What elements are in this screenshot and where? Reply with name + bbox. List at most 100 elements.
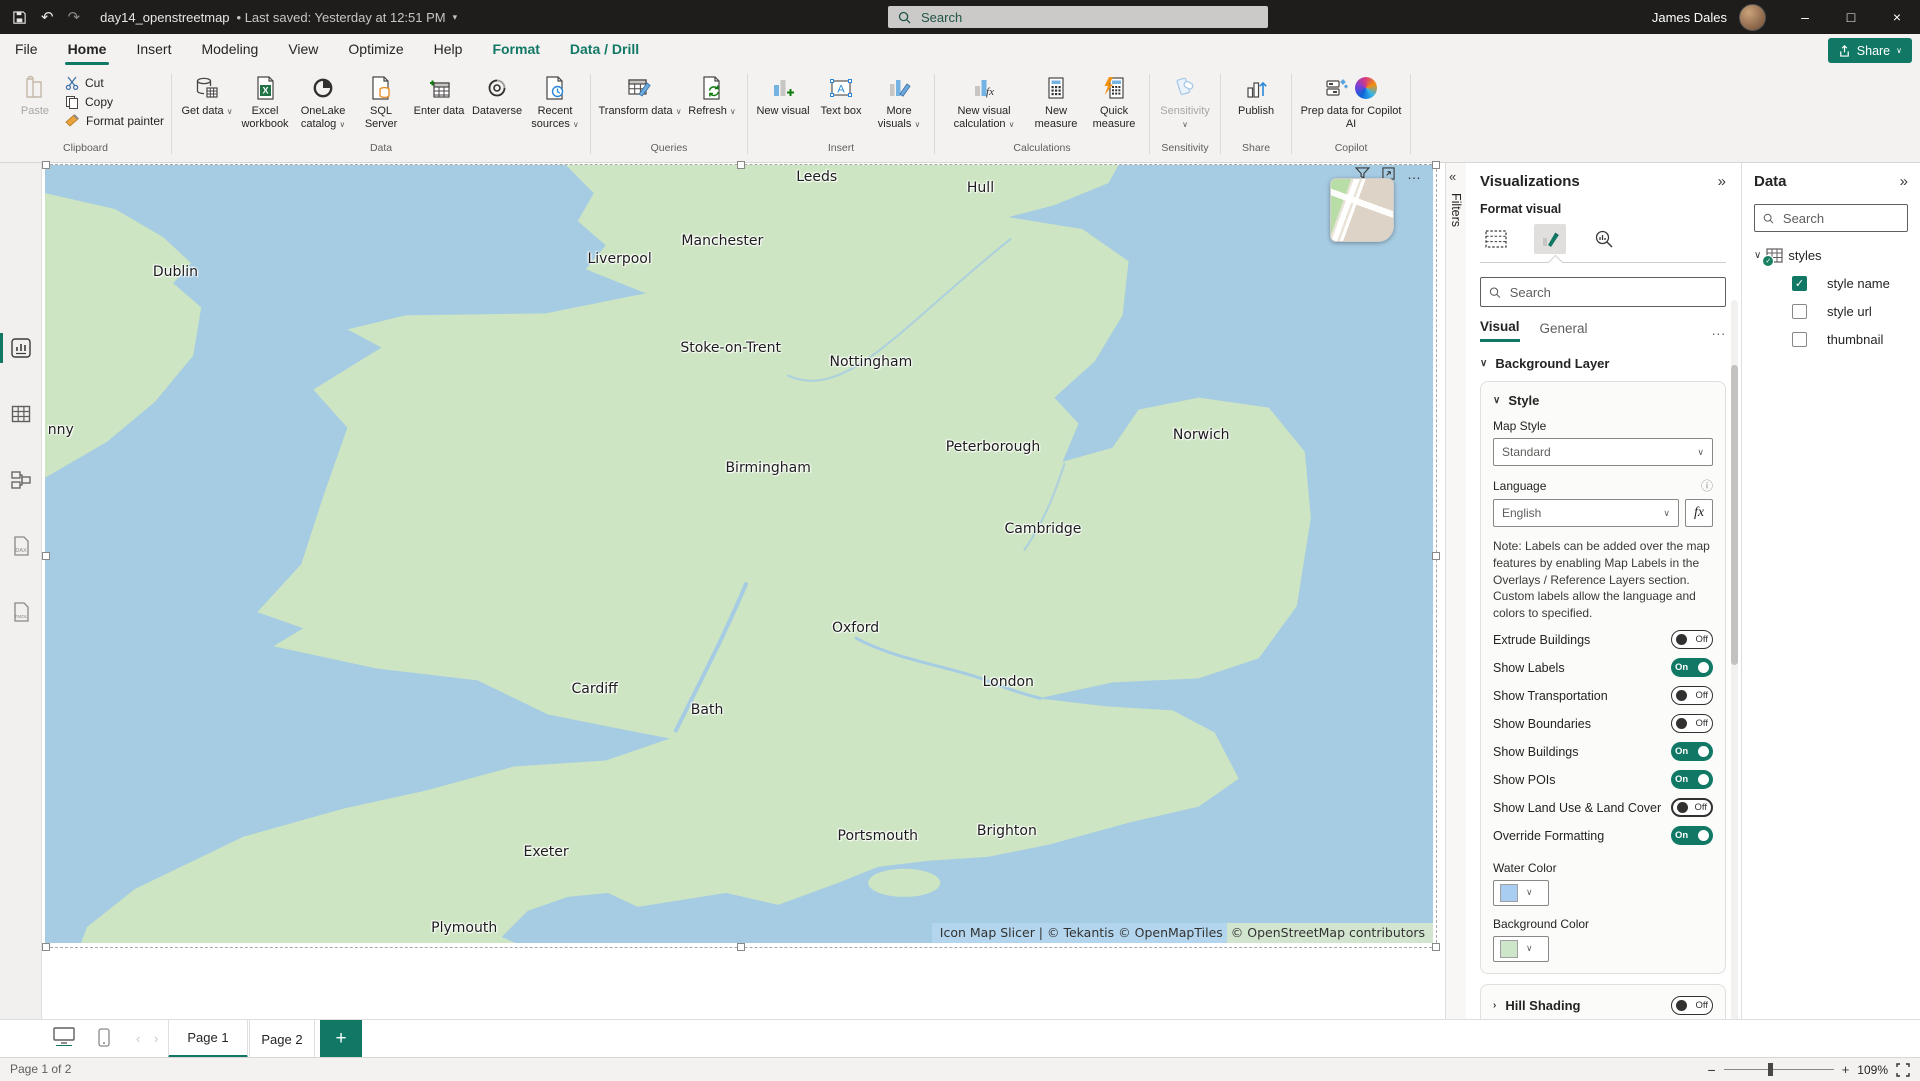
resize-handle[interactable] <box>42 552 50 560</box>
table-view-button[interactable] <box>8 401 34 427</box>
expand-filters-icon[interactable]: « <box>1449 169 1456 184</box>
title-dropdown-icon[interactable]: ▾ <box>453 12 458 23</box>
field-style-name-row[interactable]: ✓ style name <box>1754 276 1908 291</box>
format-painter-button[interactable]: Format painter <box>65 114 164 128</box>
openstreetmap-visual[interactable]: LeedsHullManchesterLiverpoolDublinStoke-… <box>45 165 1433 943</box>
maximize-button[interactable]: □ <box>1828 0 1874 34</box>
map-style-select[interactable]: Standard ∨ <box>1493 438 1713 466</box>
sensitivity-button[interactable]: Sensitivity∨ <box>1157 71 1213 131</box>
menu-help[interactable]: Help <box>419 34 478 66</box>
resize-handle[interactable] <box>737 161 745 169</box>
zoom-in-icon[interactable]: + <box>1842 1062 1850 1077</box>
excel-workbook-button[interactable]: X Excel workbook <box>237 71 293 131</box>
menu-optimize[interactable]: Optimize <box>333 34 418 66</box>
field-thumbnail-row[interactable]: thumbnail <box>1754 332 1908 347</box>
save-icon[interactable] <box>12 10 27 25</box>
refresh-button[interactable]: Refresh ∨ <box>684 71 740 118</box>
background-color-picker[interactable]: ∨ <box>1493 936 1549 962</box>
text-box-button[interactable]: A Text box <box>813 71 869 118</box>
copy-button[interactable]: Copy <box>65 95 164 109</box>
next-page-icon[interactable]: › <box>154 1031 158 1046</box>
menu-format[interactable]: Format <box>477 34 554 66</box>
menu-data-drill[interactable]: Data / Drill <box>555 34 654 66</box>
desktop-layout-button[interactable] <box>52 1026 76 1046</box>
map-overview-thumbnail[interactable] <box>1330 178 1394 242</box>
get-data-button[interactable]: Get data ∨ <box>179 71 235 118</box>
override-formatting-toggle[interactable]: On <box>1671 826 1713 845</box>
zoom-out-icon[interactable]: − <box>1708 1062 1716 1078</box>
field-checkbox-checked[interactable]: ✓ <box>1792 276 1807 291</box>
page-tab-2[interactable]: Page 2 <box>249 1020 315 1058</box>
menu-file[interactable]: File <box>0 34 53 66</box>
dataverse-button[interactable]: Dataverse <box>469 71 525 118</box>
sql-server-button[interactable]: SQL Server <box>353 71 409 131</box>
cut-button[interactable]: Cut <box>65 76 164 90</box>
show-pois-toggle[interactable]: On <box>1671 770 1713 789</box>
data-search[interactable] <box>1754 204 1908 232</box>
show-labels-toggle[interactable]: On <box>1671 658 1713 677</box>
close-button[interactable]: × <box>1874 0 1920 34</box>
show-land-use-toggle[interactable]: Off <box>1671 798 1713 817</box>
menu-view[interactable]: View <box>273 34 333 66</box>
format-search-input[interactable] <box>1508 284 1717 301</box>
transform-data-button[interactable]: Transform data ∨ <box>598 71 682 118</box>
report-view-button[interactable] <box>8 335 34 361</box>
style-section-expander[interactable]: ∨ Style <box>1493 393 1713 408</box>
mobile-layout-button[interactable] <box>98 1028 110 1047</box>
new-visual-button[interactable]: New visual <box>755 71 811 118</box>
new-measure-button[interactable]: New measure <box>1028 71 1084 131</box>
field-checkbox[interactable] <box>1792 332 1807 347</box>
tab-visual[interactable]: Visual <box>1480 319 1520 342</box>
collapse-data-icon[interactable]: » <box>1900 173 1908 190</box>
data-search-input[interactable] <box>1781 210 1899 227</box>
more-options-icon[interactable]: … <box>1407 170 1422 178</box>
search-input[interactable] <box>919 9 1223 26</box>
show-transportation-toggle[interactable]: Off <box>1671 686 1713 705</box>
publish-button[interactable]: Publish <box>1228 71 1284 118</box>
fit-to-page-icon[interactable] <box>1896 1063 1910 1077</box>
minimize-button[interactable]: – <box>1782 0 1828 34</box>
water-color-picker[interactable]: ∨ <box>1493 880 1549 906</box>
dax-query-view-button[interactable]: DAX <box>8 533 34 559</box>
resize-handle[interactable] <box>737 943 745 951</box>
tmdl-view-button[interactable]: TMDL <box>8 599 34 625</box>
onelake-catalog-button[interactable]: OneLake catalog ∨ <box>295 71 351 131</box>
resize-handle[interactable] <box>1432 552 1440 560</box>
menu-home[interactable]: Home <box>53 34 122 66</box>
undo-icon[interactable]: ↶ <box>41 8 54 26</box>
resize-handle[interactable] <box>42 943 50 951</box>
extrude-buildings-toggle[interactable]: Off <box>1671 630 1713 649</box>
language-fx-button[interactable]: fx <box>1685 499 1713 527</box>
tab-general[interactable]: General <box>1540 321 1588 341</box>
visualizations-scrollbar-thumb[interactable] <box>1731 365 1738 665</box>
zoom-slider-thumb[interactable] <box>1768 1063 1773 1076</box>
menu-insert[interactable]: Insert <box>121 34 186 66</box>
share-button[interactable]: Share ∨ <box>1828 38 1912 63</box>
menu-modeling[interactable]: Modeling <box>186 34 273 66</box>
language-select[interactable]: English ∨ <box>1493 499 1679 527</box>
resize-handle[interactable] <box>1432 943 1440 951</box>
paste-button[interactable]: Paste <box>7 71 63 118</box>
new-visual-calculation-button[interactable]: fx New visual calculation ∨ <box>942 71 1026 131</box>
model-view-button[interactable] <box>8 467 34 493</box>
zoom-slider[interactable] <box>1724 1069 1834 1070</box>
more-visuals-button[interactable]: More visuals ∨ <box>871 71 927 131</box>
background-layer-expander[interactable]: ∨ Background Layer <box>1480 356 1726 371</box>
avatar[interactable] <box>1739 4 1766 31</box>
new-page-button[interactable]: + <box>320 1020 362 1058</box>
field-checkbox[interactable] <box>1792 304 1807 319</box>
redo-icon[interactable]: ↷ <box>68 8 81 26</box>
analytics-tab[interactable] <box>1588 224 1620 254</box>
field-style-url-row[interactable]: style url <box>1754 304 1908 319</box>
collapse-visualizations-icon[interactable]: » <box>1718 173 1726 190</box>
table-styles-row[interactable]: ∨ ✓ styles <box>1754 248 1908 263</box>
enter-data-button[interactable]: Enter data <box>411 71 467 118</box>
show-boundaries-toggle[interactable]: Off <box>1671 714 1713 733</box>
page-tab-1[interactable]: Page 1 <box>168 1020 248 1058</box>
resize-handle[interactable] <box>42 161 50 169</box>
recent-sources-button[interactable]: Recent sources ∨ <box>527 71 583 131</box>
prep-data-copilot-button[interactable]: Prep data for Copilot AI <box>1299 71 1403 131</box>
format-search[interactable] <box>1480 277 1726 307</box>
fields-tab[interactable] <box>1480 224 1512 254</box>
previous-page-icon[interactable]: ‹ <box>136 1031 140 1046</box>
